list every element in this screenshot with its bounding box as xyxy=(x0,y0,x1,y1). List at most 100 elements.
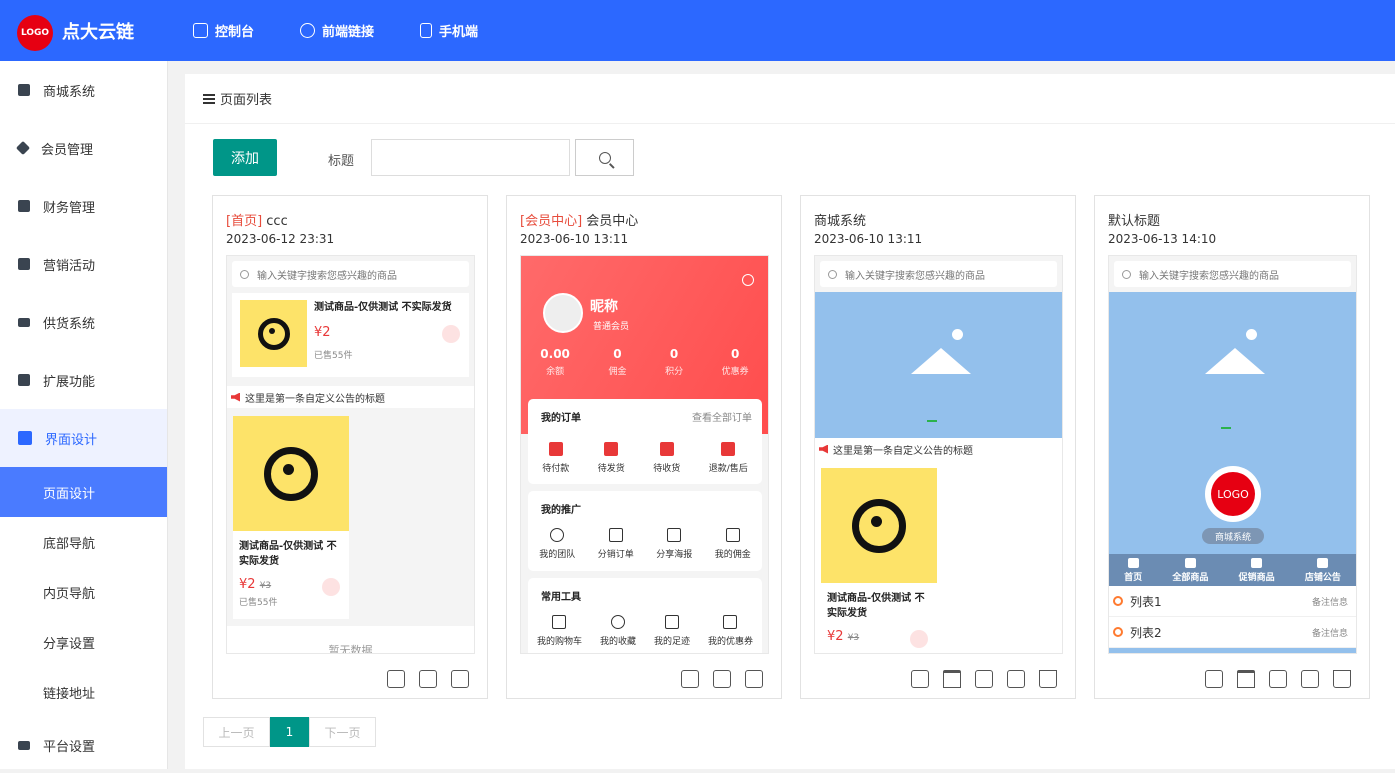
sidebar-item-finance[interactable]: 财务管理 xyxy=(0,177,167,235)
shop-name: 商城系统 xyxy=(1202,528,1264,544)
page-card: 商城系统 2023-06-10 13:11 输入关键字搜索您感兴趣的商品 这里是… xyxy=(800,195,1076,699)
title-filter-input[interactable] xyxy=(371,139,570,176)
add-button[interactable]: 添加 xyxy=(213,139,277,176)
card-actions xyxy=(387,670,469,688)
page-1-button[interactable]: 1 xyxy=(270,717,309,747)
edit-icon[interactable] xyxy=(975,670,993,688)
product-name: 测试商品-仅供测试 不实际发货 xyxy=(314,302,452,313)
tools-icons: 我的购物车 我的收藏 我的足迹 我的优惠券 xyxy=(528,615,762,647)
main-panel: 页面列表 添加 标题 [首页] ccc 2023-06-12 23:31 输入关… xyxy=(185,74,1395,769)
list-item: 列表1 备注信息 xyxy=(1109,586,1356,617)
page-preview[interactable]: 输入关键字搜索您感兴趣的商品 这里是第一条自定义公告的标题 测试商品-仅供测试 … xyxy=(814,255,1063,654)
cart-icon xyxy=(442,325,460,343)
nav-frontend-links[interactable]: 前端链接 xyxy=(300,21,374,40)
copy-icon[interactable] xyxy=(1007,670,1025,688)
nav-console-label: 控制台 xyxy=(215,25,255,40)
sidebar-item-members[interactable]: 会员管理 xyxy=(0,119,167,177)
avatar xyxy=(543,293,583,333)
preview-search-bar: 输入关键字搜索您感兴趣的商品 xyxy=(232,261,469,287)
card-title: [首页] ccc xyxy=(226,210,288,229)
sidebar-subitem-share-settings[interactable]: 分享设置 xyxy=(0,617,167,667)
monitor-icon xyxy=(18,740,30,750)
card-title-text: 会员中心 xyxy=(582,214,639,229)
nav-frontend-links-label: 前端链接 xyxy=(322,25,375,40)
sidebar-subitem-link-address[interactable]: 链接地址 xyxy=(0,667,167,717)
stat-commission: 0 佣金 xyxy=(608,347,627,377)
tools-title: 常用工具 xyxy=(541,592,581,603)
pagination: 上一页 1 下一页 xyxy=(203,717,376,747)
sidebar-item-label: 供货系统 xyxy=(43,316,96,332)
shop-logo: LOGO xyxy=(1205,466,1261,522)
card-title-text: ccc xyxy=(262,214,288,229)
copy-icon[interactable] xyxy=(451,670,469,688)
link-icon xyxy=(300,23,315,38)
puzzle-icon xyxy=(18,374,30,386)
banner-placeholder xyxy=(815,292,1062,438)
sidebar-item-ui-design[interactable]: 界面设计 xyxy=(0,409,167,467)
orders-icons: 待付款 待发货 待收货 退款/售后 xyxy=(528,442,762,474)
copy-icon[interactable] xyxy=(1301,670,1319,688)
truck-icon xyxy=(659,442,674,456)
sidebar-item-platform-settings[interactable]: 平台设置 xyxy=(0,717,167,773)
top-bar: LOGO 点大云链 控制台 前端链接 手机端 xyxy=(0,0,1395,61)
copy-icon[interactable] xyxy=(745,670,763,688)
card-date: 2023-06-12 23:31 xyxy=(226,232,335,246)
speaker-icon xyxy=(819,444,828,454)
prev-page-button[interactable]: 上一页 xyxy=(203,717,270,747)
preview-search-bar: 输入关键字搜索您感兴趣的商品 xyxy=(820,261,1057,287)
search-icon xyxy=(240,269,249,279)
page-preview[interactable]: 昵称 普通会员 0.00 余额 0 佣金 0 积分 0 优惠券 我的订单 查看全部订单 … xyxy=(520,255,769,654)
qrcode-icon[interactable] xyxy=(1205,670,1223,688)
sidebar-subitem-page-design[interactable]: 页面设计 xyxy=(0,467,167,517)
gift-icon xyxy=(18,258,30,270)
sidebar-item-extensions[interactable]: 扩展功能 xyxy=(0,351,167,409)
edit-icon[interactable] xyxy=(419,670,437,688)
card-actions xyxy=(1205,670,1351,688)
page-card: 默认标题 2023-06-13 14:10 输入关键字搜索您感兴趣的商品 LOG… xyxy=(1094,195,1370,699)
preview-notice: 这里是第一条自定义公告的标题 xyxy=(815,438,1062,460)
home-icon[interactable] xyxy=(943,670,961,688)
coupon-icon xyxy=(723,615,738,629)
edit-icon[interactable] xyxy=(713,670,731,688)
notice-text: 这里是第一条自定义公告的标题 xyxy=(245,393,385,405)
shop-nav-home: 首页 xyxy=(1124,558,1142,583)
cart-icon xyxy=(910,630,928,648)
preview-product-row: 测试商品-仅供测试 不实际发货 ¥2 已售55件 xyxy=(232,293,469,377)
qrcode-icon[interactable] xyxy=(911,670,929,688)
box-icon xyxy=(604,442,619,456)
page-preview[interactable]: 输入关键字搜索您感兴趣的商品 测试商品-仅供测试 不实际发货 ¥2 已售55件 … xyxy=(226,255,475,654)
trash-icon[interactable] xyxy=(1039,670,1057,688)
preview-search-placeholder: 输入关键字搜索您感兴趣的商品 xyxy=(257,270,397,282)
sidebar-subitem-bottom-nav[interactable]: 底部导航 xyxy=(0,517,167,567)
nav-console[interactable]: 控制台 xyxy=(193,21,254,40)
sidebar-item-mall[interactable]: 商城系统 xyxy=(0,61,167,119)
shop-nav-promo: 促销商品 xyxy=(1239,558,1275,583)
layout-icon xyxy=(18,431,32,445)
edit-icon[interactable] xyxy=(1269,670,1287,688)
nav-mobile[interactable]: 手机端 xyxy=(420,21,478,40)
qrcode-icon[interactable] xyxy=(387,670,405,688)
page-preview[interactable]: 输入关键字搜索您感兴趣的商品 LOGO 商城系统 首页 全部商品 促销商品 店铺… xyxy=(1108,255,1357,654)
gear-icon xyxy=(1251,558,1263,568)
next-page-button[interactable]: 下一页 xyxy=(309,717,376,747)
stat-points: 0 积分 xyxy=(665,347,684,377)
preview-search-bar: 输入关键字搜索您感兴趣的商品 xyxy=(1114,261,1351,287)
search-button[interactable] xyxy=(575,139,634,176)
sidebar-item-supply[interactable]: 供货系统 xyxy=(0,293,167,351)
star-icon xyxy=(610,615,625,629)
notice-text: 这里是第一条自定义公告的标题 xyxy=(833,445,973,457)
sidebar-item-marketing[interactable]: 营销活动 xyxy=(0,235,167,293)
clipboard-icon xyxy=(608,528,623,542)
product-price: ¥2 xyxy=(827,629,844,644)
message-icon xyxy=(1317,558,1329,568)
cart-icon xyxy=(322,578,340,596)
sidebar-item-label: 商城系统 xyxy=(43,84,96,100)
trash-icon[interactable] xyxy=(1333,670,1351,688)
home-icon[interactable] xyxy=(1237,670,1255,688)
preview-empty-text: 暂无数据 xyxy=(227,626,474,653)
sidebar-subitem-inner-nav[interactable]: 内页导航 xyxy=(0,567,167,617)
sidebar-item-label: 界面设计 xyxy=(45,432,98,448)
product-old-price: ¥3 xyxy=(259,581,272,591)
qrcode-icon[interactable] xyxy=(681,670,699,688)
grid-icon xyxy=(1184,558,1196,568)
